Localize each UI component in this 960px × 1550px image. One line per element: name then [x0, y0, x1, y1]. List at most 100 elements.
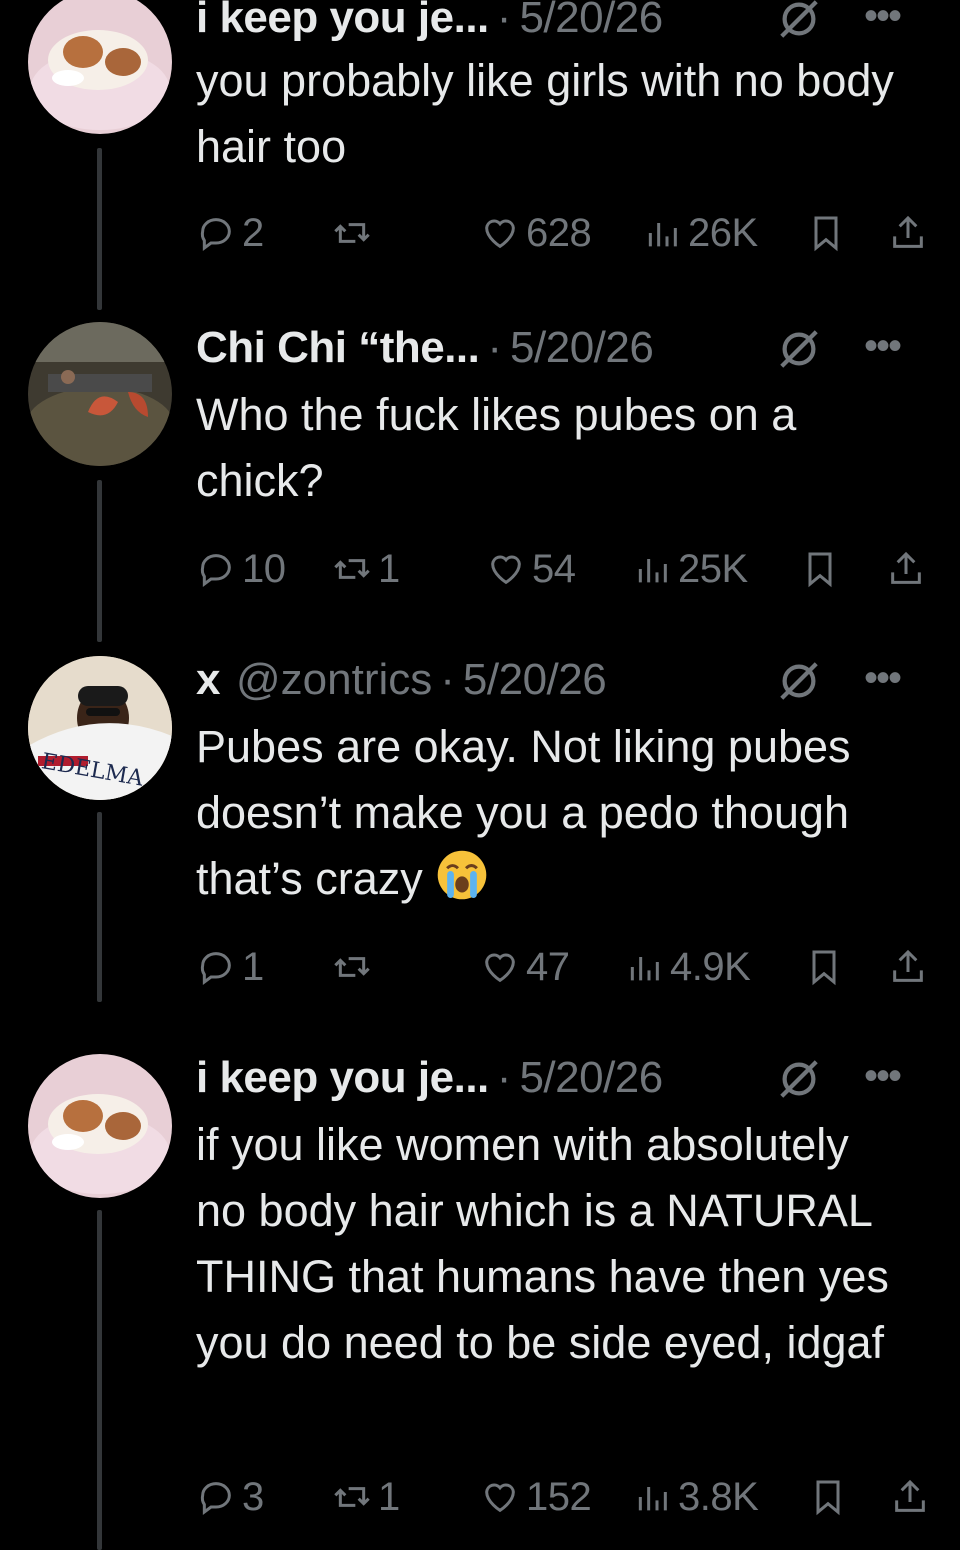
reply-icon — [200, 1482, 231, 1515]
views-button[interactable]: 4.9K — [624, 942, 751, 992]
reply-button[interactable]: 10 — [196, 544, 286, 594]
grok-icon[interactable] — [776, 326, 822, 372]
display-name[interactable]: Chi Chi “the... — [196, 323, 480, 373]
repost-icon — [334, 223, 370, 243]
display-name[interactable]: x — [196, 655, 220, 705]
views-button[interactable]: 25K — [632, 544, 748, 594]
repost-icon — [334, 559, 370, 579]
bookmark-button[interactable] — [808, 1472, 848, 1522]
more-icon[interactable]: ••• — [864, 324, 902, 369]
thread-line — [97, 1210, 102, 1550]
view-count: 25K — [678, 546, 748, 591]
thread-line — [97, 148, 102, 310]
reply-icon — [200, 554, 231, 587]
more-icon[interactable]: ••• — [864, 0, 902, 39]
avatar[interactable] — [28, 0, 172, 134]
like-count: 628 — [526, 210, 592, 255]
avatar[interactable]: EDELMA — [28, 656, 172, 800]
tweet-header: x @zontrics · 5/20/26 ••• — [196, 650, 930, 710]
share-icon — [891, 551, 921, 584]
reply-icon — [200, 218, 231, 251]
tweet-text: if you like women with absolutely no bod… — [196, 1119, 889, 1368]
tweet-text: you probably like girls with no body hai… — [196, 55, 894, 172]
tweet-date[interactable]: 5/20/26 — [510, 323, 654, 373]
separator-dot: · — [496, 0, 512, 42]
display-name[interactable]: i keep you je... — [196, 1053, 489, 1103]
tweet-header: Chi Chi “the... · 5/20/26 ••• — [196, 318, 930, 378]
view-count: 3.8K — [678, 1474, 759, 1519]
grok-icon[interactable] — [776, 0, 822, 42]
views-icon — [648, 223, 677, 247]
reply-count: 3 — [242, 1474, 264, 1519]
views-button[interactable]: 3.8K — [632, 1472, 759, 1522]
tweet-text-wrap: Pubes are okay. Not liking pubes doesn’t… — [196, 714, 856, 912]
bookmark-button[interactable] — [806, 208, 846, 258]
like-button[interactable]: 47 — [480, 942, 570, 992]
tweet-date[interactable]: 5/20/26 — [519, 1053, 663, 1103]
reply-button[interactable]: 1 — [196, 942, 264, 992]
repost-button[interactable]: 1 — [332, 1472, 400, 1522]
reply-button[interactable]: 2 — [196, 208, 264, 258]
share-button[interactable] — [888, 208, 928, 258]
action-bar: 3 1 152 3.8K — [196, 1472, 936, 1522]
like-button[interactable]: 54 — [486, 544, 576, 594]
views-button[interactable]: 26K — [642, 208, 758, 258]
separator-dot: · — [496, 1053, 512, 1102]
more-icon[interactable]: ••• — [864, 1054, 902, 1099]
tweet-date[interactable]: 5/20/26 — [463, 655, 607, 705]
tweet-text: Pubes are okay. Not liking pubes doesn’t… — [196, 721, 851, 904]
reply-icon — [200, 952, 231, 985]
views-icon — [638, 559, 667, 583]
separator-dot: · — [487, 323, 503, 372]
like-icon — [485, 1483, 515, 1513]
separator-dot: · — [440, 655, 455, 704]
tweet-text: Who the fuck likes pubes on a chick? — [196, 389, 797, 506]
action-bar: 1 47 4.9K — [196, 942, 936, 992]
reply-count: 10 — [242, 546, 286, 591]
repost-button[interactable] — [332, 942, 378, 992]
like-count: 54 — [532, 546, 576, 591]
action-bar: 10 1 54 25K — [196, 544, 936, 594]
share-icon — [893, 215, 923, 248]
reply-count: 2 — [242, 210, 264, 255]
like-button[interactable]: 152 — [480, 1472, 592, 1522]
share-button[interactable] — [888, 942, 928, 992]
display-name[interactable]: i keep you je... — [196, 0, 489, 43]
like-icon — [485, 219, 515, 249]
share-button[interactable] — [886, 544, 926, 594]
repost-button[interactable]: 1 — [332, 544, 400, 594]
thread-line — [97, 480, 102, 642]
reply-count: 1 — [242, 944, 264, 989]
bookmark-icon — [812, 950, 836, 986]
grok-icon[interactable] — [776, 658, 822, 704]
more-icon[interactable]: ••• — [864, 656, 902, 701]
like-count: 152 — [526, 1474, 592, 1519]
like-icon — [491, 555, 521, 585]
share-icon — [893, 949, 923, 982]
like-icon — [485, 953, 515, 983]
reply-button[interactable]: 3 — [196, 1472, 264, 1522]
repost-icon — [334, 957, 370, 977]
bookmark-button[interactable] — [804, 942, 844, 992]
repost-icon — [334, 1487, 370, 1507]
view-count: 26K — [688, 210, 758, 255]
share-icon — [895, 1479, 925, 1512]
avatar[interactable] — [28, 1054, 172, 1198]
like-button[interactable]: 628 — [480, 208, 592, 258]
avatar[interactable] — [28, 322, 172, 466]
tweet-header: i keep you je... · 5/20/26 ••• — [196, 1048, 930, 1108]
grok-icon[interactable] — [776, 1056, 822, 1102]
repost-button[interactable] — [332, 208, 378, 258]
tweet-header: i keep you je... · 5/20/26 ••• — [196, 0, 930, 48]
bookmark-icon — [814, 216, 838, 252]
repost-count: 1 — [378, 546, 400, 591]
repost-count: 1 — [378, 1474, 400, 1519]
bookmark-button[interactable] — [800, 544, 840, 594]
thread-line — [97, 812, 102, 1002]
share-button[interactable] — [890, 1472, 930, 1522]
views-icon — [638, 1487, 667, 1511]
bookmark-icon — [816, 1480, 840, 1516]
user-handle[interactable]: @zontrics — [236, 655, 432, 705]
views-icon — [630, 957, 659, 981]
tweet-date[interactable]: 5/20/26 — [519, 0, 663, 43]
